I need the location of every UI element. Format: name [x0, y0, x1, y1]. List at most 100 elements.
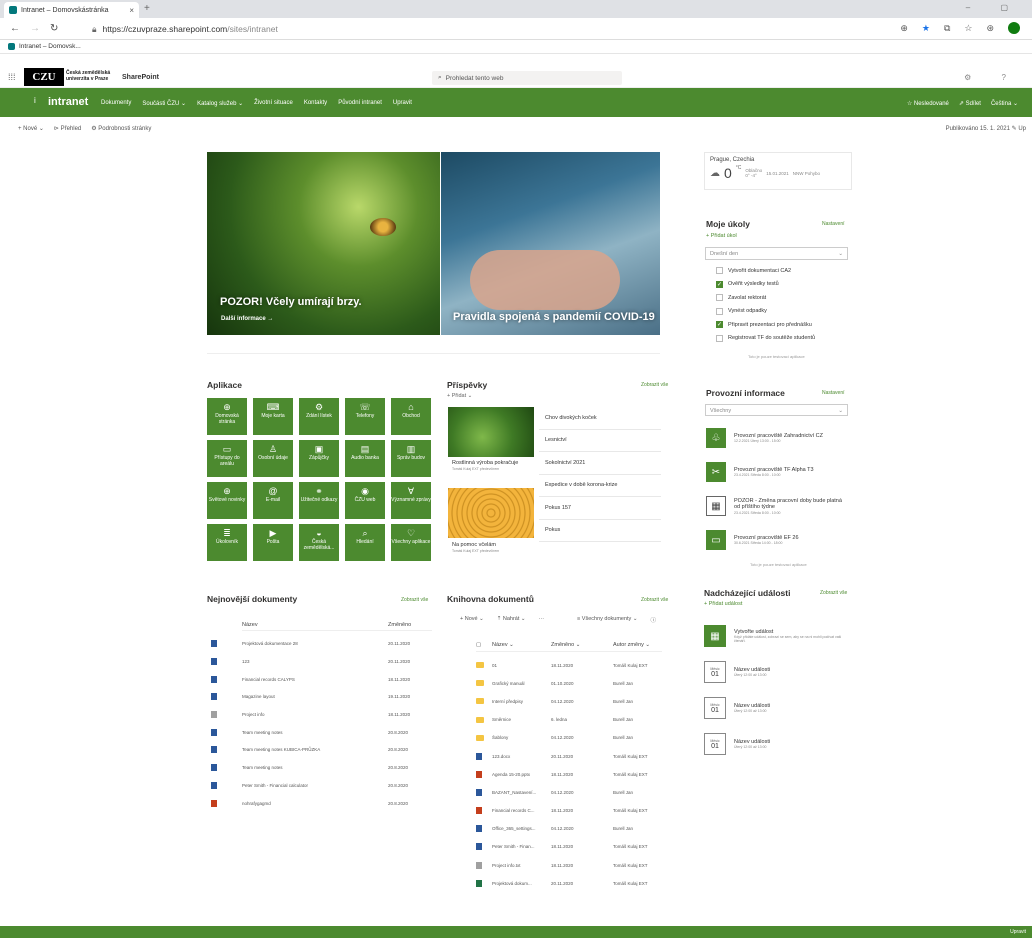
post-image-plants[interactable] [448, 407, 534, 457]
recent-doc-row[interactable]: Project info 18.11.2020 [211, 706, 436, 724]
zoom-icon[interactable]: ⊕ [900, 23, 908, 34]
site-title[interactable]: intranet [48, 96, 88, 108]
nav-upravit[interactable]: Upravit [393, 100, 412, 107]
recent-doc-row[interactable]: Team meeting notes 20.8.2020 [211, 759, 436, 777]
col-name-header[interactable]: Název [242, 622, 388, 628]
recent-doc-row[interactable]: Magazine layout 19.11.2020 [211, 688, 436, 706]
event-item[interactable]: Měsíc 01 Název události Úterý 12:00 až 13:0… [704, 690, 852, 726]
library-row[interactable]: 01 18.11.2020 Tomáš Kulaj EXT [476, 656, 662, 674]
task-checkbox[interactable] [716, 294, 723, 302]
app-tile[interactable]: ∀ Významné zprávy [391, 482, 431, 519]
app-tile[interactable]: ☏ Telefony [345, 398, 385, 435]
recent-doc-row[interactable]: Team meeting notes KUBICA-PRŮZKA 20.8.202… [211, 741, 436, 759]
star-icon[interactable]: ★ [922, 23, 930, 34]
weather-widget[interactable]: Prague, Czechia ☁ 0 °C Oblačno 0° -4° 15… [704, 152, 852, 190]
app-tile[interactable]: @ E-mail [253, 482, 293, 519]
task-item[interactable]: Registrovat TF do soutěže studentů [716, 332, 856, 346]
info-icon[interactable]: ⓘ [650, 616, 656, 624]
browser-tab[interactable]: Intranet – Domovskástránka × [4, 2, 139, 18]
published-status[interactable]: Publikováno 15. 1. 2021 ✎ Up [946, 125, 1026, 132]
library-row[interactable]: Financial records C... 18.11.2020 Tomáš Ku… [476, 802, 662, 820]
share-button[interactable]: ⇗ Sdílet [959, 100, 981, 107]
recent-doc-row[interactable]: Projektová dokumentace 28 20.11.2020 [211, 635, 436, 653]
app-tile[interactable]: ⚭ Užitečné odkazy [299, 482, 339, 519]
library-row[interactable]: 123.docx 20.11.2020 Tomáš Kulaj EXT [476, 747, 662, 765]
task-checkbox[interactable] [716, 334, 723, 342]
library-row[interactable]: Grafický manuál 01.10.2020 Burell Jan [476, 674, 662, 692]
url-field[interactable]: 🔒︎ https://czuvpraze.sharepoint.com/site… [92, 22, 278, 36]
operational-item[interactable]: ▦ POZOR - Změna pracovní doby bude platná… [706, 489, 854, 523]
task-filter-dropdown[interactable]: Dnešní den ⌄ [705, 247, 848, 260]
library-row[interactable]: Project info.txt 18.11.2020 Tomáš Kulaj EX… [476, 856, 662, 874]
col-changed-header[interactable]: Změněno [388, 622, 411, 628]
create-event-promo[interactable]: ▦ Vytvořte událost Když přidáte událost,… [704, 618, 852, 654]
nav-kontakty[interactable]: Kontakty [304, 100, 327, 107]
tasks-settings-link[interactable]: Nastavení [822, 221, 845, 227]
recent-doc-row[interactable]: Peter Smith - Financial calculator 20.8.2… [211, 777, 436, 795]
task-item[interactable]: ✓ Připravit prezentaci pro přednášku [716, 318, 856, 332]
follow-button[interactable]: ☆ Nesledované [907, 100, 949, 107]
operational-item[interactable]: ✂ Provozní pracoviště TF Alpha T3 23.4.202… [706, 455, 854, 489]
library-new-button[interactable]: + Nové ⌄ [460, 616, 484, 624]
back-arrow-icon[interactable]: ← [10, 23, 20, 34]
recent-doc-row[interactable]: 123 20.11.2020 [211, 653, 436, 671]
event-item[interactable]: Měsíc 01 Název události Úterý 12:00 až 13:0… [704, 726, 852, 762]
library-row[interactable]: Projektová dokum... 20.11.2020 Tomáš Kulaj… [476, 874, 662, 892]
library-upload-button[interactable]: ⇡ Nahrát ⌄ [497, 616, 526, 624]
hero-left-link[interactable]: Další informace → [221, 316, 273, 322]
operational-item[interactable]: ♧ Provozní pracoviště Zahradnictví CZ 12.2… [706, 421, 854, 455]
czu-logo[interactable]: CZU [24, 68, 64, 86]
app-tile[interactable]: ▶ Pošta [253, 524, 293, 561]
lib-col-name[interactable]: Název ⌄ [492, 642, 551, 648]
post-list-item[interactable]: Pokus 157 [539, 497, 661, 520]
reload-icon[interactable]: ↻ [50, 23, 58, 34]
recent-doc-row[interactable]: Team meeting notes 20.8.2020 [211, 723, 436, 741]
recent-doc-row[interactable]: nohrafygagmd 20.8.2020 [211, 794, 436, 812]
task-item[interactable]: ✓ Ověřit výsledky testů [716, 278, 856, 292]
post-card-2[interactable]: Na pomoc včelám Tomáš Kulaj EXT předevčí… [452, 542, 532, 553]
events-see-all[interactable]: Zobrazit vše [820, 590, 847, 596]
new-tab-button[interactable]: + [144, 3, 150, 14]
lib-col-changed[interactable]: Změněno ⌄ [551, 642, 613, 648]
task-checkbox[interactable] [716, 267, 723, 275]
app-tile[interactable]: ⊕ Domovská stránka [207, 398, 247, 435]
task-item[interactable]: Zavolat rektorát [716, 291, 856, 305]
app-tile[interactable]: ▥ Správ budov [391, 440, 431, 477]
library-row[interactable]: Agenda 15-20.pptx 18.11.2020 Tomáš Kulaj E… [476, 765, 662, 783]
library-view-selector[interactable]: ≡ Všechny dokumenty ⌄ [577, 616, 637, 624]
search-input[interactable]: ⌕ Prohledat tento web [432, 71, 622, 85]
nav-zivotni-situace[interactable]: Životní situace [254, 100, 293, 107]
window-controls[interactable]: – ▢ [966, 3, 1022, 12]
language-button[interactable]: Čeština ⌄ [991, 100, 1018, 107]
post-list-item[interactable]: Lesnictví [539, 430, 661, 452]
recent-doc-row[interactable]: Financial records CALYPS 18.11.2020 [211, 670, 436, 688]
page-details-button[interactable]: ⚙ Podrobnosti stránky [91, 125, 151, 132]
app-tile[interactable]: ⌨ Moje karta [253, 398, 293, 435]
posts-see-all[interactable]: Zobrazit vše [641, 382, 668, 388]
library-row[interactable]: Šablony 04.12.2020 Burell Jan [476, 729, 662, 747]
task-checkbox[interactable]: ✓ [716, 321, 723, 329]
library-more-button[interactable]: ··· [539, 616, 545, 624]
nav-dokumenty[interactable]: Dokumenty [101, 100, 131, 107]
operational-item[interactable]: ▭ Provozní pracoviště EF 26 30.6.2021 Stře… [706, 523, 854, 557]
post-card-1[interactable]: Rostlinná výroba pokračuje Tomáš Kulaj E… [452, 460, 532, 471]
lib-col-author[interactable]: Autor změny ⌄ [613, 642, 650, 648]
add-post-button[interactable]: + Přidat ⌄ [447, 393, 472, 399]
app-launcher-icon[interactable]: ⁞⁞⁞ [8, 72, 16, 82]
add-event-button[interactable]: + Přidat událost [704, 601, 742, 607]
app-tile[interactable]: ⌂ Obchod [391, 398, 431, 435]
collections-icon[interactable]: ⧉ [944, 23, 950, 34]
post-list-item[interactable]: Expedice v době korona-krize [539, 475, 661, 497]
nav-puvodni-intranet[interactable]: Původní intranet [338, 100, 382, 107]
hero-left-title[interactable]: POZOR! Včely umírají brzy. [220, 296, 362, 308]
task-item[interactable]: Vytvořit dokumentaci CA2 [716, 264, 856, 278]
task-checkbox[interactable] [716, 307, 723, 315]
app-tile[interactable]: ⌕ Hledání [345, 524, 385, 561]
app-tile[interactable]: ▣ Zápůjčky [299, 440, 339, 477]
library-row[interactable]: Směrnice 6. ledna Burell Jan [476, 711, 662, 729]
forward-arrow-icon[interactable]: → [30, 23, 40, 34]
app-tile[interactable]: ▭ Přístupy do areálu [207, 440, 247, 477]
app-tile[interactable]: ▤ Audio banka [345, 440, 385, 477]
app-tile[interactable]: ♙ Osobní údaje [253, 440, 293, 477]
library-row[interactable]: Peter Smith - Finan... 18.11.2020 Tomáš Ku… [476, 838, 662, 856]
